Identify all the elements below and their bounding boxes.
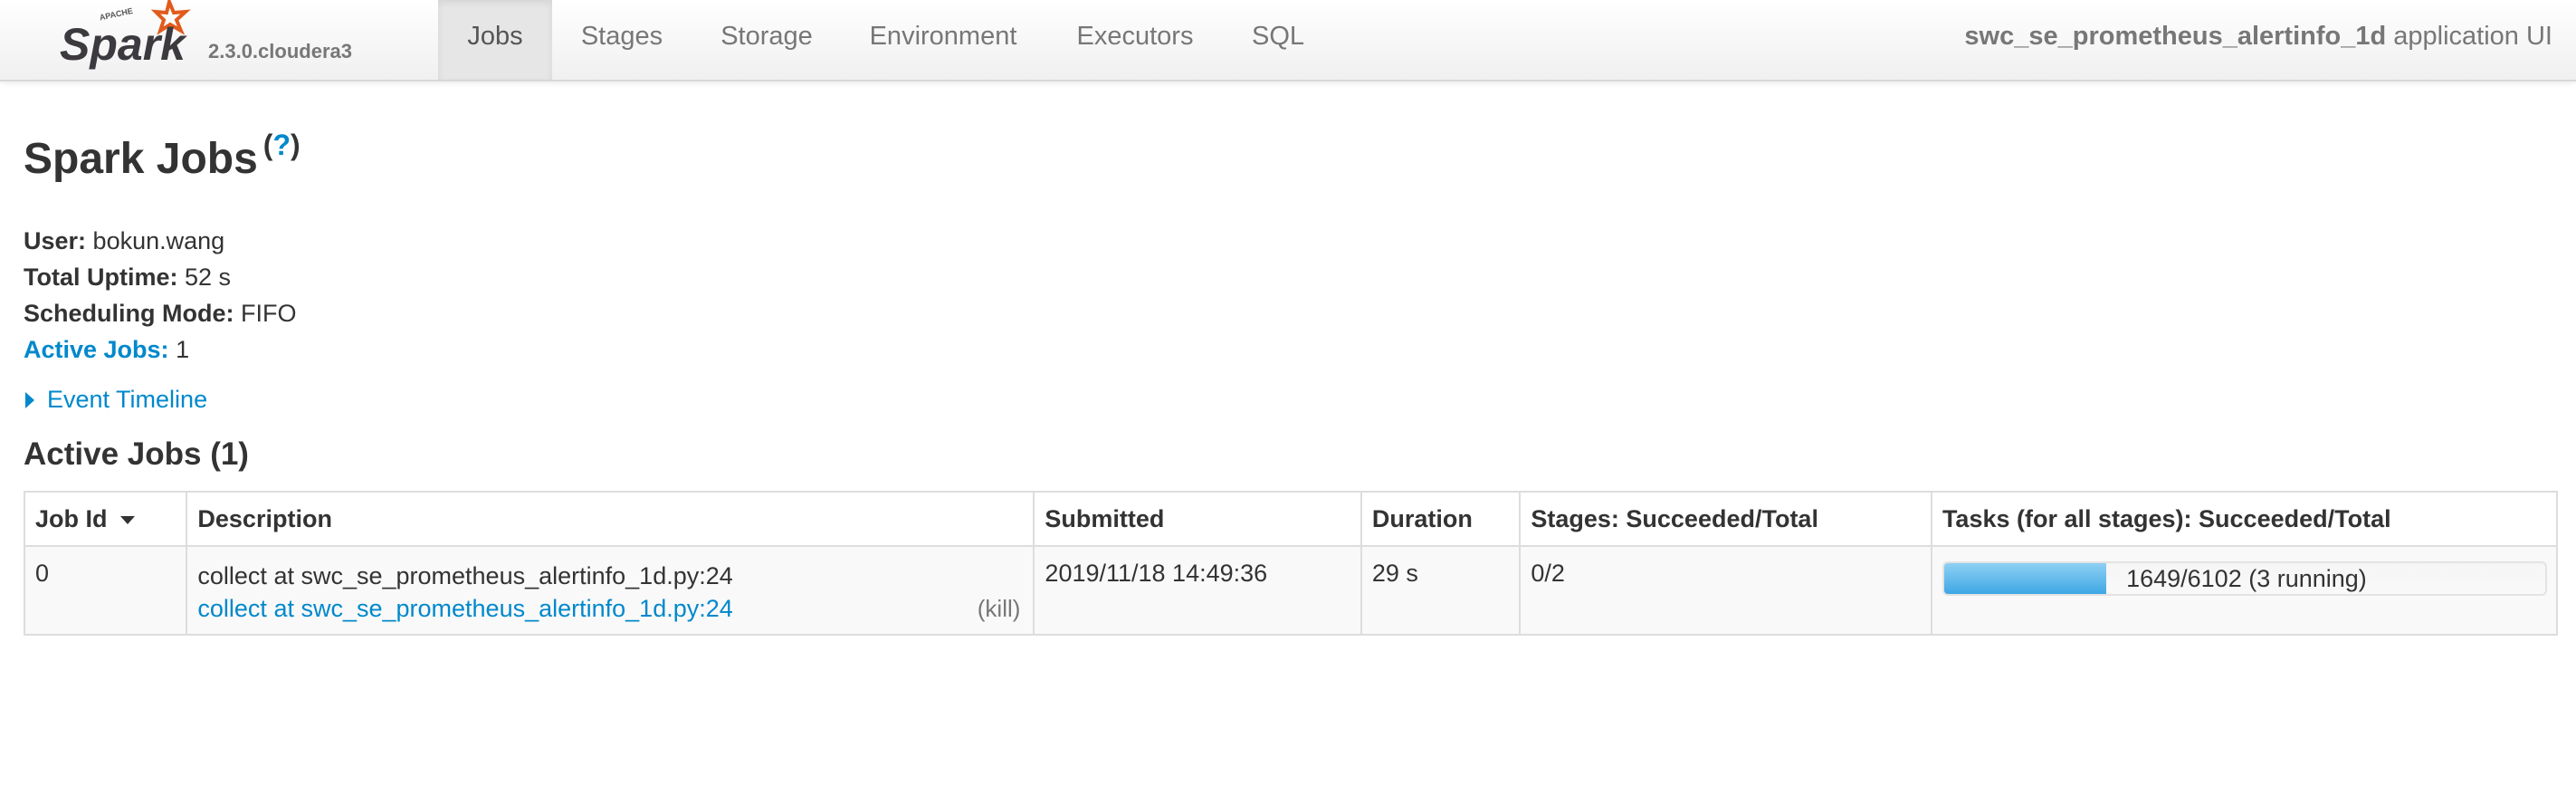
user-value: bokun.wang xyxy=(92,227,225,254)
caret-right-icon xyxy=(25,392,34,408)
scheduling-label: Scheduling Mode: xyxy=(24,300,234,327)
application-name: swc_se_prometheus_alertinfo_1d xyxy=(1964,22,2387,51)
column-header-tasks[interactable]: Tasks (for all stages): Succeeded/Total xyxy=(1930,492,2557,546)
summary-list: User: bokun.wang Total Uptime: 52 s Sche… xyxy=(24,223,297,368)
tasks-progress-bar: 1649/6102 (3 running) xyxy=(1942,561,2547,596)
sort-desc-icon xyxy=(119,516,135,524)
tab-storage[interactable]: Storage xyxy=(702,0,831,80)
job-description: collect at swc_se_prometheus_alertinfo_1… xyxy=(197,562,733,589)
scheduling-value: FIFO xyxy=(241,300,297,327)
job-id-cell: 0 xyxy=(24,545,187,635)
uptime-value: 52 s xyxy=(185,263,232,291)
help-close-paren: ) xyxy=(290,129,301,161)
kill-job-link[interactable]: (kill) xyxy=(978,595,1021,623)
summary-user: User: bokun.wang xyxy=(24,223,297,259)
tasks-cell: 1649/6102 (3 running) xyxy=(1930,545,2557,635)
summary-scheduling: Scheduling Mode: FIFO xyxy=(24,295,297,331)
help-open-paren: ( xyxy=(262,129,273,161)
active-jobs-value: 1 xyxy=(176,336,190,363)
spark-version: 2.3.0.cloudera3 xyxy=(208,40,352,62)
job-description-link[interactable]: collect at swc_se_prometheus_alertinfo_1… xyxy=(197,595,732,622)
table-header-row: Job Id Description Submitted Duration St… xyxy=(24,492,2557,546)
page-title: Spark Jobs (?) xyxy=(24,129,301,184)
column-header-stages[interactable]: Stages: Succeeded/Total xyxy=(1519,492,1932,546)
help-link[interactable]: ? xyxy=(272,129,291,161)
application-title: swc_se_prometheus_alertinfo_1d applicati… xyxy=(1964,0,2552,72)
tab-executors[interactable]: Executors xyxy=(1059,0,1211,80)
spark-logo[interactable]: APACHE Spark xyxy=(56,0,210,81)
column-header-submitted[interactable]: Submitted xyxy=(1033,492,1361,546)
summary-uptime: Total Uptime: 52 s xyxy=(24,259,297,295)
spark-logo-icon: APACHE Spark xyxy=(60,0,191,70)
tab-sql[interactable]: SQL xyxy=(1235,0,1321,80)
summary-active-jobs: Active Jobs: 1 xyxy=(24,331,297,368)
active-jobs-link[interactable]: Active Jobs: xyxy=(24,336,169,363)
active-jobs-table: Job Id Description Submitted Duration St… xyxy=(24,491,2558,636)
column-header-description[interactable]: Description xyxy=(186,492,1035,546)
column-header-duration[interactable]: Duration xyxy=(1360,492,1521,546)
duration-cell: 29 s xyxy=(1360,545,1521,635)
table-row: 0 collect at swc_se_prometheus_alertinfo… xyxy=(24,545,2557,635)
uptime-label: Total Uptime: xyxy=(24,263,178,291)
page-title-text: Spark Jobs xyxy=(24,135,258,183)
spark-wordmark: Spark xyxy=(60,19,187,70)
event-timeline-label: Event Timeline xyxy=(47,386,208,413)
event-timeline-toggle[interactable]: Event Timeline xyxy=(25,386,207,414)
active-jobs-heading[interactable]: Active Jobs (1) xyxy=(24,436,249,473)
stages-cell: 0/2 xyxy=(1519,545,1932,635)
user-label: User: xyxy=(24,227,87,254)
tab-environment[interactable]: Environment xyxy=(853,0,1034,80)
submitted-cell: 2019/11/18 14:49:36 xyxy=(1033,545,1361,635)
column-header-job-id[interactable]: Job Id xyxy=(24,492,187,546)
tab-stages[interactable]: Stages xyxy=(559,0,684,80)
help-tooltip: (?) xyxy=(263,129,301,161)
tasks-progress-text: 1649/6102 (3 running) xyxy=(2126,565,2367,592)
description-cell: collect at swc_se_prometheus_alertinfo_1… xyxy=(186,545,1035,635)
tab-jobs[interactable]: Jobs xyxy=(438,0,552,80)
top-navbar: APACHE Spark 2.3.0.cloudera3 Jobs Stages… xyxy=(0,0,2576,81)
application-suffix: application UI xyxy=(2386,22,2552,51)
job-id-header-label: Job Id xyxy=(35,505,108,532)
